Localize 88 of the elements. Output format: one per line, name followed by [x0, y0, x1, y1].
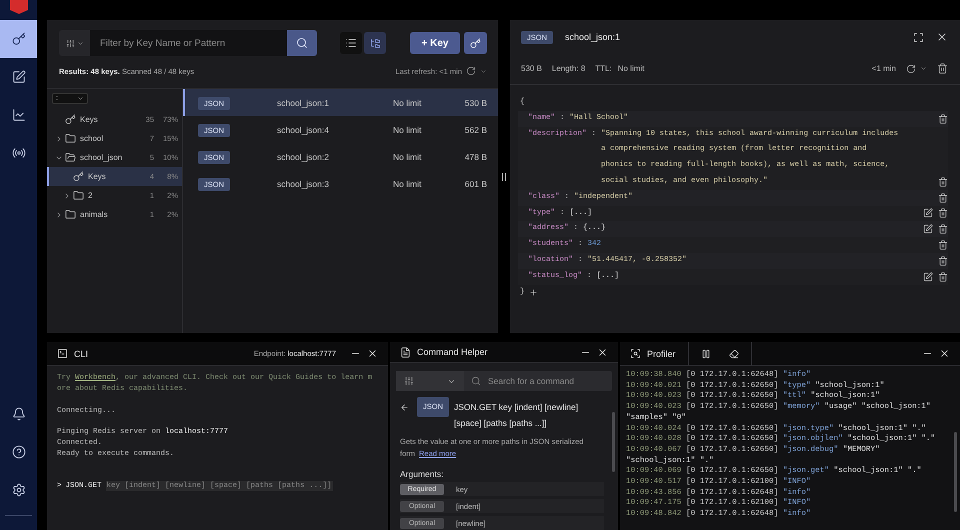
- key-button[interactable]: [464, 32, 487, 54]
- eraser-icon[interactable]: [728, 348, 739, 358]
- panel-title: CLI: [74, 348, 88, 358]
- filter-field[interactable]: Filter by Key Name or Pattern: [90, 30, 287, 56]
- chevron-right-icon: [55, 210, 63, 218]
- key-ttl: No limit: [393, 178, 422, 188]
- key-title: school_json:1: [565, 32, 622, 42]
- profiler-icon: [630, 348, 641, 359]
- sliders-icon: [404, 376, 414, 386]
- document-icon: [400, 346, 411, 358]
- scrollbar-thumb[interactable]: [612, 412, 615, 472]
- ttl-label: TTL:: [595, 64, 612, 73]
- command-search-field[interactable]: Search for a command: [464, 371, 612, 391]
- chart-icon: [12, 108, 26, 122]
- add-key-button[interactable]: + Key: [410, 32, 460, 54]
- edit-icon[interactable]: [923, 272, 933, 282]
- logo-icon: [8, 0, 30, 14]
- list-view-button[interactable]: [340, 32, 362, 54]
- ttl-value: No limit: [618, 64, 644, 73]
- panel-title: Profiler: [647, 348, 676, 358]
- folder-icon: [65, 133, 76, 144]
- sliders-icon: [66, 38, 74, 48]
- terminal-icon: [57, 348, 68, 359]
- key-size: 562 B: [464, 124, 487, 134]
- trash-icon[interactable]: [938, 224, 948, 234]
- chevron-right-icon: [63, 192, 71, 200]
- close-icon[interactable]: [367, 348, 378, 359]
- edit-icon: [12, 70, 26, 84]
- trash-icon[interactable]: [938, 208, 948, 218]
- tree-view-button[interactable]: [364, 32, 386, 54]
- last-refresh: <1 min: [872, 64, 896, 73]
- add-icon[interactable]: [528, 288, 538, 297]
- command-search-input[interactable]: Search for a command: [486, 375, 612, 388]
- chevron-right-icon: [55, 134, 63, 142]
- key-size: 478 B: [464, 152, 487, 162]
- trash-icon[interactable]: [938, 256, 948, 266]
- filter-type-select[interactable]: [59, 30, 90, 56]
- help-icon: [12, 445, 26, 459]
- key-name: school_json:4: [277, 124, 330, 134]
- trash-icon[interactable]: [938, 240, 948, 250]
- trash-icon[interactable]: [938, 192, 948, 203]
- edit-icon[interactable]: [923, 224, 933, 234]
- search-icon: [471, 376, 481, 386]
- maximize-icon[interactable]: [913, 32, 924, 42]
- chevron-down-icon[interactable]: [920, 65, 927, 72]
- scrollbar-thumb[interactable]: [954, 432, 957, 512]
- edit-icon[interactable]: [923, 208, 933, 218]
- close-icon[interactable]: [597, 346, 608, 358]
- settings-icon: [12, 483, 26, 497]
- trash-icon[interactable]: [938, 114, 948, 124]
- key-length: Length: 8: [552, 64, 586, 73]
- key-name: school_json:1: [277, 98, 330, 108]
- trash-icon[interactable]: [938, 272, 948, 282]
- key-ttl: No limit: [393, 98, 422, 108]
- key-name: school_json:3: [277, 178, 330, 188]
- tree-icon: [370, 38, 380, 48]
- key-icon: [73, 171, 84, 182]
- key-name: school_json:2: [277, 152, 330, 162]
- key-icon: [12, 32, 26, 46]
- close-icon[interactable]: [936, 31, 948, 43]
- folder-icon: [65, 209, 76, 220]
- key-icon: [470, 38, 481, 48]
- panel-title: Command Helper: [417, 347, 488, 358]
- search-button[interactable]: [287, 30, 317, 56]
- trash-icon[interactable]: [938, 176, 948, 187]
- key-size: 530 B: [521, 64, 542, 73]
- chevron-down-icon: [77, 95, 84, 102]
- arguments-label: Arguments:: [400, 469, 444, 479]
- search-icon: [296, 37, 308, 49]
- chevron-down-icon: [76, 40, 84, 46]
- bell-icon: [12, 407, 26, 421]
- key-size: 601 B: [464, 178, 487, 188]
- refresh-icon[interactable]: [906, 64, 916, 74]
- pause-icon[interactable]: [700, 348, 711, 358]
- back-icon[interactable]: [400, 402, 409, 412]
- command-signature: JSON.GET key [indent] [newline] [space] [paths [paths ...]]: [454, 401, 580, 430]
- close-icon[interactable]: [939, 348, 950, 359]
- key-icon: [65, 114, 76, 125]
- resize-handle-icon[interactable]: [502, 172, 506, 180]
- key-ttl: No limit: [393, 124, 422, 134]
- refresh-icon[interactable]: [466, 66, 476, 76]
- chevron-down-icon[interactable]: [480, 68, 487, 74]
- key-ttl: No limit: [393, 152, 422, 162]
- key-size: 530 B: [464, 98, 487, 108]
- broadcast-icon: [12, 146, 26, 160]
- trash-icon[interactable]: [937, 63, 948, 74]
- folder-icon: [73, 190, 84, 201]
- folder-icon: [65, 152, 76, 163]
